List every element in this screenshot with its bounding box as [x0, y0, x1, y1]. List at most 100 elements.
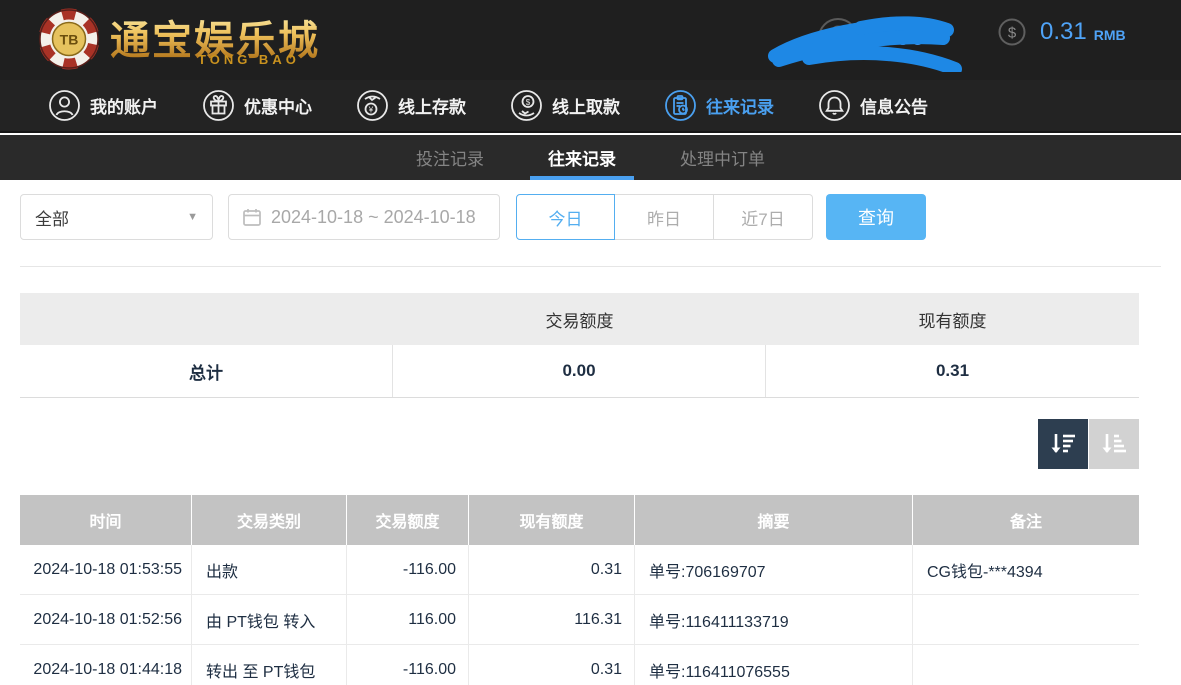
- logo-title-en: TONG BAO: [198, 52, 300, 67]
- cell-amount: -116.00: [347, 545, 469, 594]
- sub-nav: 投注记录 往来记录 处理中订单: [0, 135, 1181, 180]
- cell-amount: -116.00: [347, 645, 469, 685]
- tab-betting-records[interactable]: 投注记录: [416, 135, 484, 180]
- col-header-summary: 摘要: [635, 495, 913, 545]
- deposit-icon: ¥: [356, 89, 389, 122]
- summary-table: 交易额度 现有额度 总计 0.00 0.31: [20, 293, 1139, 398]
- username-scribble: [765, 10, 975, 72]
- summary-header-row: 交易额度 现有额度: [20, 293, 1139, 345]
- summary-current-total: 0.31: [766, 345, 1139, 397]
- records-table: 时间 交易类别 交易额度 现有额度 摘要 备注 2024-10-18 01:53…: [20, 495, 1139, 685]
- main-nav: 我的账户 优惠中心 ¥ 线上存款 $ 线上取: [0, 80, 1181, 133]
- section-divider: [20, 266, 1161, 267]
- summary-header-blank: [20, 293, 393, 345]
- cell-time: 2024-10-18 01:44:18: [20, 645, 192, 685]
- cell-note: [913, 595, 1139, 644]
- cell-type: 由 PT钱包 转入: [192, 595, 347, 644]
- today-button[interactable]: 今日: [516, 194, 615, 240]
- nav-item-promotions[interactable]: 优惠中心: [202, 89, 312, 122]
- page: TB 通宝娱乐城 TONG BAO 8590: [0, 0, 1181, 685]
- svg-text:TB: TB: [60, 32, 79, 48]
- button-label: 查询: [858, 204, 894, 230]
- active-tab-underline: [530, 176, 634, 180]
- table-row: 2024-10-18 01:44:18 转出 至 PT钱包 -116.00 0.…: [20, 645, 1139, 685]
- col-header-type: 交易类别: [192, 495, 347, 545]
- sort-ascending-icon: [1099, 429, 1129, 459]
- yesterday-button[interactable]: 昨日: [615, 194, 714, 240]
- date-range-value: 2024-10-18 ~ 2024-10-18: [271, 207, 476, 228]
- filter-bar: 全部 ▼ 2024-10-18 ~ 2024-10-18 今日 昨日 近7日: [20, 194, 1161, 240]
- username-area[interactable]: 8590: [765, 10, 975, 72]
- nav-item-transactions[interactable]: 往来记录: [664, 89, 774, 122]
- summary-total-row: 总计 0.00 0.31: [20, 345, 1139, 398]
- sort-descending-icon: [1048, 429, 1078, 459]
- site-logo[interactable]: TB 通宝娱乐城 TONG BAO: [36, 6, 310, 72]
- button-label: 今日: [549, 205, 583, 230]
- records-icon: [664, 89, 697, 122]
- balance-currency: RMB: [1094, 21, 1126, 43]
- withdraw-icon: $: [510, 89, 543, 122]
- sort-ascending-button[interactable]: [1089, 419, 1139, 469]
- tab-label: 处理中订单: [680, 145, 765, 170]
- cell-time: 2024-10-18 01:53:55: [20, 545, 192, 594]
- tab-transaction-records[interactable]: 往来记录: [548, 135, 616, 180]
- top-bar: TB 通宝娱乐城 TONG BAO 8590: [0, 0, 1181, 80]
- cell-type: 转出 至 PT钱包: [192, 645, 347, 685]
- tab-label: 投注记录: [416, 145, 484, 170]
- balance-display[interactable]: $ 0.31 RMB: [998, 18, 1126, 46]
- cell-balance: 116.31: [469, 595, 635, 644]
- nav-label: 线上取款: [552, 93, 620, 118]
- tab-pending-orders[interactable]: 处理中订单: [680, 135, 765, 180]
- svg-text:¥: ¥: [368, 106, 374, 115]
- records-header-row: 时间 交易类别 交易额度 现有额度 摘要 备注: [20, 495, 1139, 545]
- cell-type: 出款: [192, 545, 347, 594]
- tab-label: 往来记录: [548, 145, 616, 170]
- col-header-note: 备注: [913, 495, 1139, 545]
- balance-amount: 0.31: [1040, 18, 1087, 46]
- chevron-down-icon: ▼: [187, 211, 198, 223]
- casino-chip-icon: TB: [36, 6, 102, 72]
- nav-label: 线上存款: [398, 93, 466, 118]
- date-range-input[interactable]: 2024-10-18 ~ 2024-10-18: [228, 194, 500, 240]
- nav-label: 信息公告: [860, 93, 928, 118]
- cell-summary: 单号:116411076555: [635, 645, 913, 685]
- summary-total-label: 总计: [20, 345, 393, 397]
- summary-header-transaction: 交易额度: [393, 293, 766, 345]
- button-label: 昨日: [647, 205, 681, 230]
- cell-balance: 0.31: [469, 545, 635, 594]
- cell-time: 2024-10-18 01:52:56: [20, 595, 192, 644]
- summary-transaction-total: 0.00: [393, 345, 766, 397]
- sort-descending-button[interactable]: [1038, 419, 1088, 469]
- type-select[interactable]: 全部 ▼: [20, 194, 213, 240]
- cell-balance: 0.31: [469, 645, 635, 685]
- cell-summary: 单号:116411133719: [635, 595, 913, 644]
- col-header-amount: 交易额度: [347, 495, 469, 545]
- cell-amount: 116.00: [347, 595, 469, 644]
- calendar-icon: [242, 207, 262, 227]
- nav-item-announcements[interactable]: 信息公告: [818, 89, 928, 122]
- sort-controls: [1038, 419, 1139, 469]
- search-button[interactable]: 查询: [826, 194, 926, 240]
- last-7-days-button[interactable]: 近7日: [714, 194, 813, 240]
- cell-note: [913, 645, 1139, 685]
- nav-item-deposit[interactable]: ¥ 线上存款: [356, 89, 466, 122]
- type-select-value: 全部: [35, 205, 69, 230]
- nav-label: 我的账户: [90, 93, 158, 118]
- table-row: 2024-10-18 01:53:55 出款 -116.00 0.31 单号:7…: [20, 545, 1139, 595]
- col-header-balance: 现有额度: [469, 495, 635, 545]
- nav-label: 优惠中心: [244, 93, 312, 118]
- table-row: 2024-10-18 01:52:56 由 PT钱包 转入 116.00 116…: [20, 595, 1139, 645]
- cell-note: CG钱包-***4394: [913, 545, 1139, 594]
- summary-header-current: 现有额度: [766, 293, 1139, 345]
- bell-icon: [818, 89, 851, 122]
- dollar-circle-icon: $: [998, 18, 1026, 46]
- user-icon: [48, 89, 81, 122]
- nav-item-my-account[interactable]: 我的账户: [48, 89, 158, 122]
- quick-range-group: 今日 昨日 近7日: [516, 194, 813, 240]
- nav-item-withdraw[interactable]: $ 线上取款: [510, 89, 620, 122]
- button-label: 近7日: [741, 205, 784, 230]
- gift-icon: [202, 89, 235, 122]
- col-header-time: 时间: [20, 495, 192, 545]
- svg-text:$: $: [1008, 25, 1017, 42]
- cell-summary: 单号:706169707: [635, 545, 913, 594]
